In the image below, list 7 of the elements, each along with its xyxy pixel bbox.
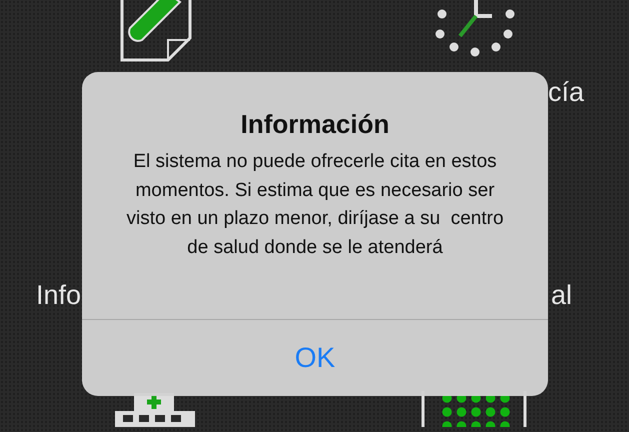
app-label: cía: [548, 76, 584, 108]
alert-message: El sistema no puede ofrecerle cita en estos momentos. Si estima que es necesario ser visto en un plazo menor, diríjase a su centro de salud donde se le atenderá: [125, 150, 505, 260]
alert-title: Información: [240, 109, 390, 140]
app-label: al: [551, 280, 572, 310]
ok-button[interactable]: OK: [82, 320, 548, 396]
test-tube-document-icon[interactable]: [120, 0, 192, 62]
app-label: Info: [36, 280, 82, 310]
